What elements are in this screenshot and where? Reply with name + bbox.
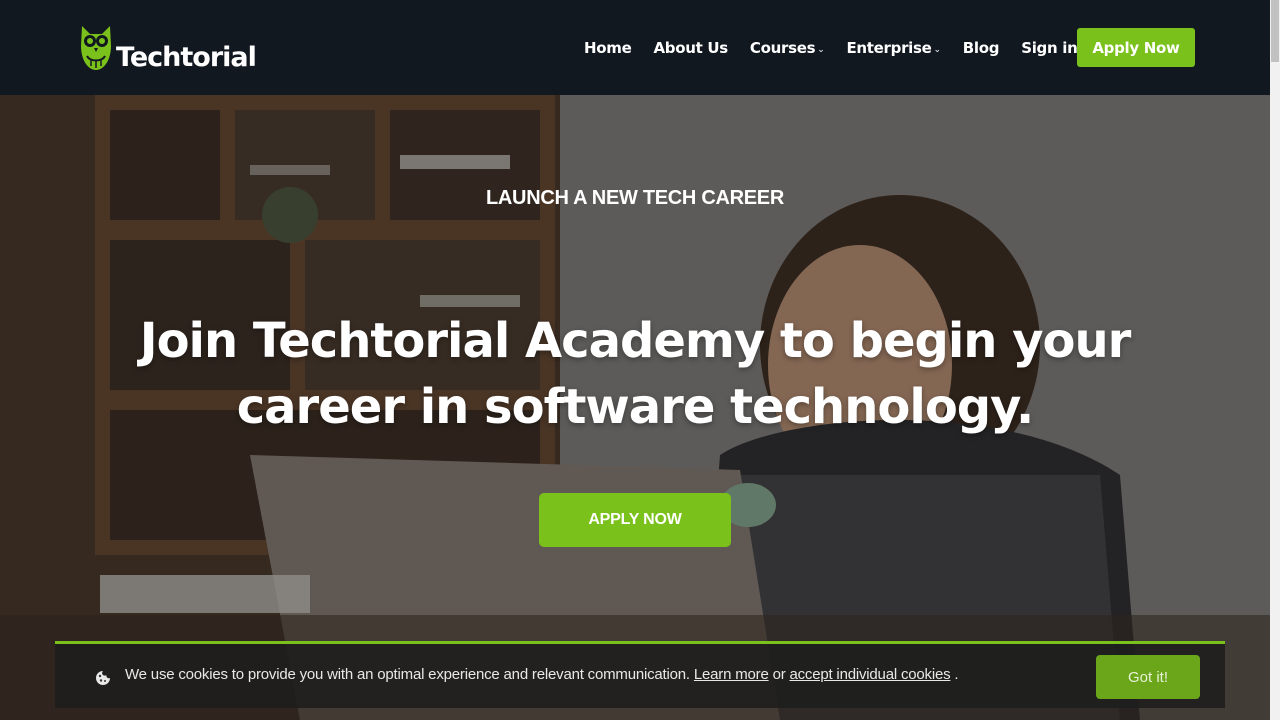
- main-nav: Home About Us Courses ⌄ Enterprise ⌄ Blo…: [584, 28, 1100, 68]
- hero-headline-line-2: career in software technology.: [236, 379, 1035, 435]
- chevron-down-icon: ⌄: [817, 44, 825, 55]
- nav-about-us[interactable]: About Us: [653, 39, 728, 57]
- chevron-down-icon: ⌄: [933, 44, 942, 55]
- nav-enterprise-label: Enterprise: [846, 39, 932, 57]
- nav-enterprise[interactable]: Enterprise ⌄: [846, 39, 942, 57]
- brand-logo[interactable]: Techtorial: [78, 24, 257, 73]
- brand-name: Techtorial: [116, 42, 257, 73]
- nav-about-us-label: About Us: [653, 39, 728, 57]
- nav-sign-in[interactable]: Sign in: [1021, 39, 1078, 57]
- page-scrollbar[interactable]: [1270, 0, 1280, 720]
- nav-courses-label: Courses: [749, 39, 816, 57]
- owl-logo-icon: [81, 26, 111, 70]
- accept-individual-cookies-link[interactable]: accept individual cookies: [789, 666, 950, 683]
- scrollbar-thumb[interactable]: [1271, 0, 1279, 62]
- nav-blog-label: Blog: [962, 39, 1000, 57]
- hero-headline-line-1: Join Techtorial Academy to begin your: [139, 313, 1132, 369]
- cookie-icon: [96, 671, 110, 685]
- nav-sign-in-label: Sign in: [1021, 39, 1078, 57]
- nav-home-label: Home: [584, 39, 632, 57]
- cookie-banner: We use cookies to provide you with an op…: [55, 641, 1225, 708]
- cookie-period: .: [954, 666, 959, 683]
- got-it-button[interactable]: Got it!: [1096, 655, 1200, 699]
- cookie-text: We use cookies to provide you with an op…: [125, 666, 690, 683]
- apply-now-button[interactable]: Apply Now: [1077, 28, 1195, 67]
- cookie-or: or: [772, 666, 786, 683]
- hero-headline: Join Techtorial Academy to begin your ca…: [95, 308, 1175, 440]
- hero-kicker: LAUNCH A NEW TECH CAREER: [486, 187, 784, 209]
- nav-blog[interactable]: Blog: [962, 39, 1000, 57]
- learn-more-link[interactable]: Learn more: [694, 666, 769, 683]
- site-header: Techtorial Home About Us Courses ⌄ Enter…: [0, 0, 1270, 95]
- hero-apply-now-button[interactable]: APPLY NOW: [539, 493, 731, 547]
- nav-home[interactable]: Home: [584, 39, 632, 57]
- cookie-message: We use cookies to provide you with an op…: [125, 666, 959, 683]
- nav-courses[interactable]: Courses ⌄: [750, 39, 825, 57]
- hero-section: LAUNCH A NEW TECH CAREER Join Techtorial…: [0, 95, 1270, 720]
